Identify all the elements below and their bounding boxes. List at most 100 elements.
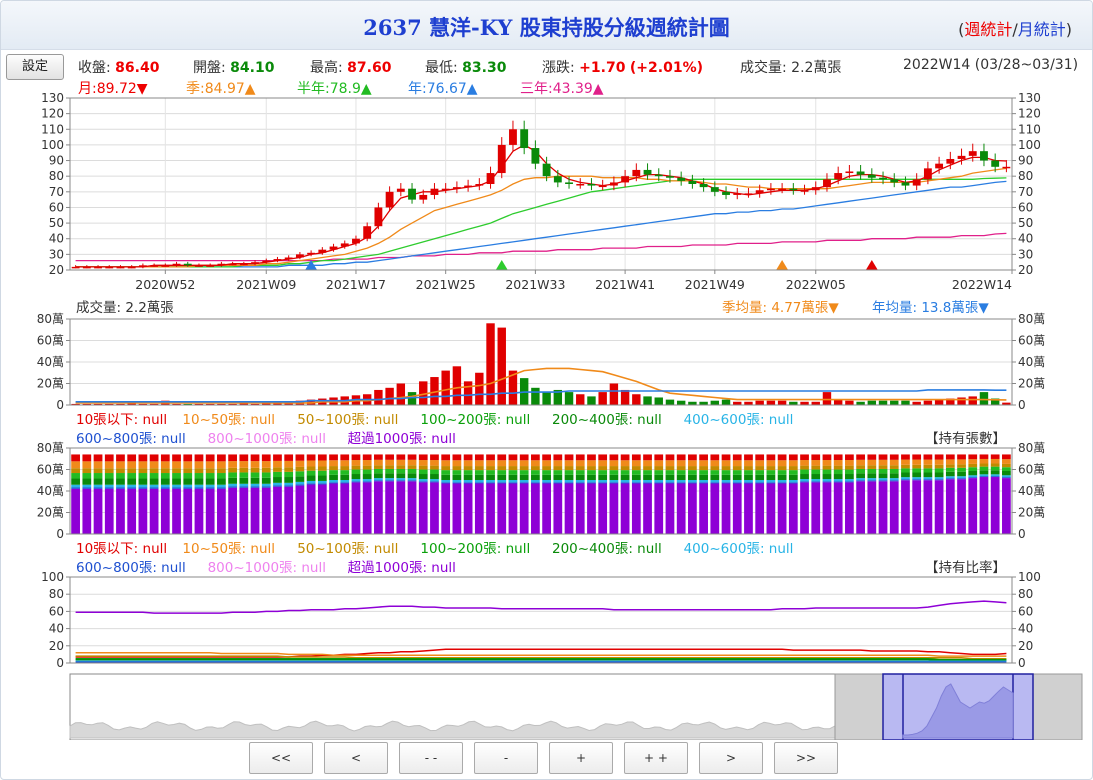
holdings-bar-segment [71, 461, 80, 469]
volume-bar [867, 400, 877, 405]
holdings-bar-segment [968, 477, 978, 479]
holdings-bar-over1000 [396, 481, 406, 534]
nav-next-button[interactable]: > [699, 742, 763, 774]
holdings-bar-segment [755, 466, 765, 471]
holdings-bar-segment [407, 473, 417, 479]
signal-triangle-marker [495, 260, 508, 270]
holdings-bar-segment [497, 474, 507, 480]
ratio-legend-item: 600~800張: null [76, 560, 186, 576]
holdings-bar-over1000 [217, 488, 226, 534]
holdings-bar-segment [822, 460, 832, 466]
holdings-bar-segment [744, 466, 753, 471]
candle-body [710, 187, 719, 192]
holdings-bar-segment [497, 454, 507, 461]
holdings-bar-segment [979, 476, 989, 478]
holdings-bar-segment [811, 460, 821, 466]
holdings-bar-over1000 [351, 482, 361, 534]
holdings-bar-segment [845, 469, 854, 475]
holdings-bar-segment [856, 473, 865, 479]
holdings-bar-segment [1002, 467, 1011, 472]
volume-panel-label: 成交量: 2.2萬張 [76, 299, 174, 316]
ratio-legend-item: 10~50張: null [182, 541, 275, 557]
holdings-bar-segment [564, 460, 574, 467]
nav-first-button[interactable]: << [249, 742, 313, 774]
nav-zoom-in-more-button[interactable]: + + [624, 742, 688, 774]
price-xtick-label: 2021W33 [505, 277, 565, 292]
candle-body [621, 176, 630, 183]
holdings-bar-segment [990, 476, 1000, 478]
holdings-bar-segment [71, 473, 80, 479]
holdings-bar-segment [82, 478, 92, 485]
holdings-bar-segment [766, 479, 776, 483]
holdings-bar-segment [688, 479, 697, 483]
candle-body [486, 173, 495, 184]
holdings-bar-segment [766, 460, 776, 467]
holdings-bar-segment [766, 482, 776, 484]
volume-bar [822, 392, 832, 405]
holdings-bar-segment [127, 478, 137, 485]
volume-bar [901, 400, 910, 405]
nav-prev-button[interactable]: < [324, 742, 388, 774]
holdings-bar-segment [463, 460, 473, 467]
holdings-bar-segment [957, 471, 966, 477]
nav-zoom-out-more-button[interactable]: - - [399, 742, 463, 774]
holdings-bar-segment [172, 484, 181, 488]
holdings-bar-segment [194, 473, 204, 479]
navigator-left-mask [834, 673, 884, 740]
holdings-bar-segment [598, 482, 608, 484]
holdings-bar-segment [945, 467, 955, 472]
holdings-bar-over1000 [71, 488, 80, 534]
holdings-bar-segment [889, 465, 899, 469]
holdings-bar-segment [374, 465, 383, 469]
nav-last-button[interactable]: >> [774, 742, 838, 774]
holdings-bar-segment [127, 487, 137, 489]
holdings-bar-segment [587, 482, 596, 484]
chart-canvas[interactable]: 20 2030 3040 4050 5060 6070 7080 8090 90100 10011… [0, 0, 1093, 740]
holdings-bar-segment [374, 468, 383, 474]
ratio-legend-item: 超過1000張: null [348, 560, 456, 576]
nav-zoom-out-button[interactable]: - [474, 742, 538, 774]
holdings-bar-segment [273, 460, 282, 468]
holdings-bar-segment [317, 454, 327, 461]
holdings-bar-segment [979, 474, 989, 477]
holdings-bar-segment [901, 459, 910, 465]
volume-bar [934, 399, 944, 405]
holdings-bar-segment [149, 487, 159, 489]
holdings-bar-segment [250, 483, 260, 487]
holdings-bar-segment [777, 482, 787, 484]
candle-body [565, 182, 573, 184]
candle-body [464, 185, 473, 188]
candle-body [890, 179, 899, 183]
nav-zoom-in-button[interactable]: + [549, 742, 613, 774]
holdings-bar-segment [766, 474, 776, 480]
holdings-bar-over1000 [497, 483, 507, 534]
holdings-bar-segment [306, 454, 316, 461]
holdings-bar-over1000 [418, 482, 428, 534]
holdings-bar-segment [676, 470, 686, 475]
holdings-bar-segment [721, 482, 731, 484]
holdings-bar-over1000 [317, 484, 327, 534]
holdings-bar-segment [385, 480, 394, 482]
price-ytick-label-left: 80 [49, 169, 64, 183]
holdings-bar-segment [732, 482, 742, 484]
holdings-bar-segment [542, 470, 551, 475]
holdings-bar-segment [374, 473, 383, 479]
holdings-bar-segment [329, 454, 338, 461]
holdings-bar-segment [609, 474, 619, 480]
holdings-bar-segment [934, 459, 944, 465]
holdings-bar-segment [732, 479, 742, 483]
candle-body [867, 174, 876, 178]
holdings-bar-segment [721, 474, 731, 480]
quarter-avg-volume: 季均量: 4.77萬張▼ [722, 300, 839, 316]
holdings-bar-segment [654, 482, 664, 484]
candle-body [497, 144, 506, 174]
holdings-bar-segment [912, 479, 922, 481]
holdings-bar-over1000 [654, 483, 664, 534]
holdings-bar-over1000 [833, 482, 843, 534]
holdings-bar-segment [1002, 463, 1011, 468]
holdings-bar-segment [183, 478, 193, 485]
volume-bar [452, 366, 462, 405]
holdings-bar-segment [609, 470, 619, 475]
holdings-bar-segment [945, 454, 955, 460]
holdings-bar-segment [306, 460, 316, 467]
